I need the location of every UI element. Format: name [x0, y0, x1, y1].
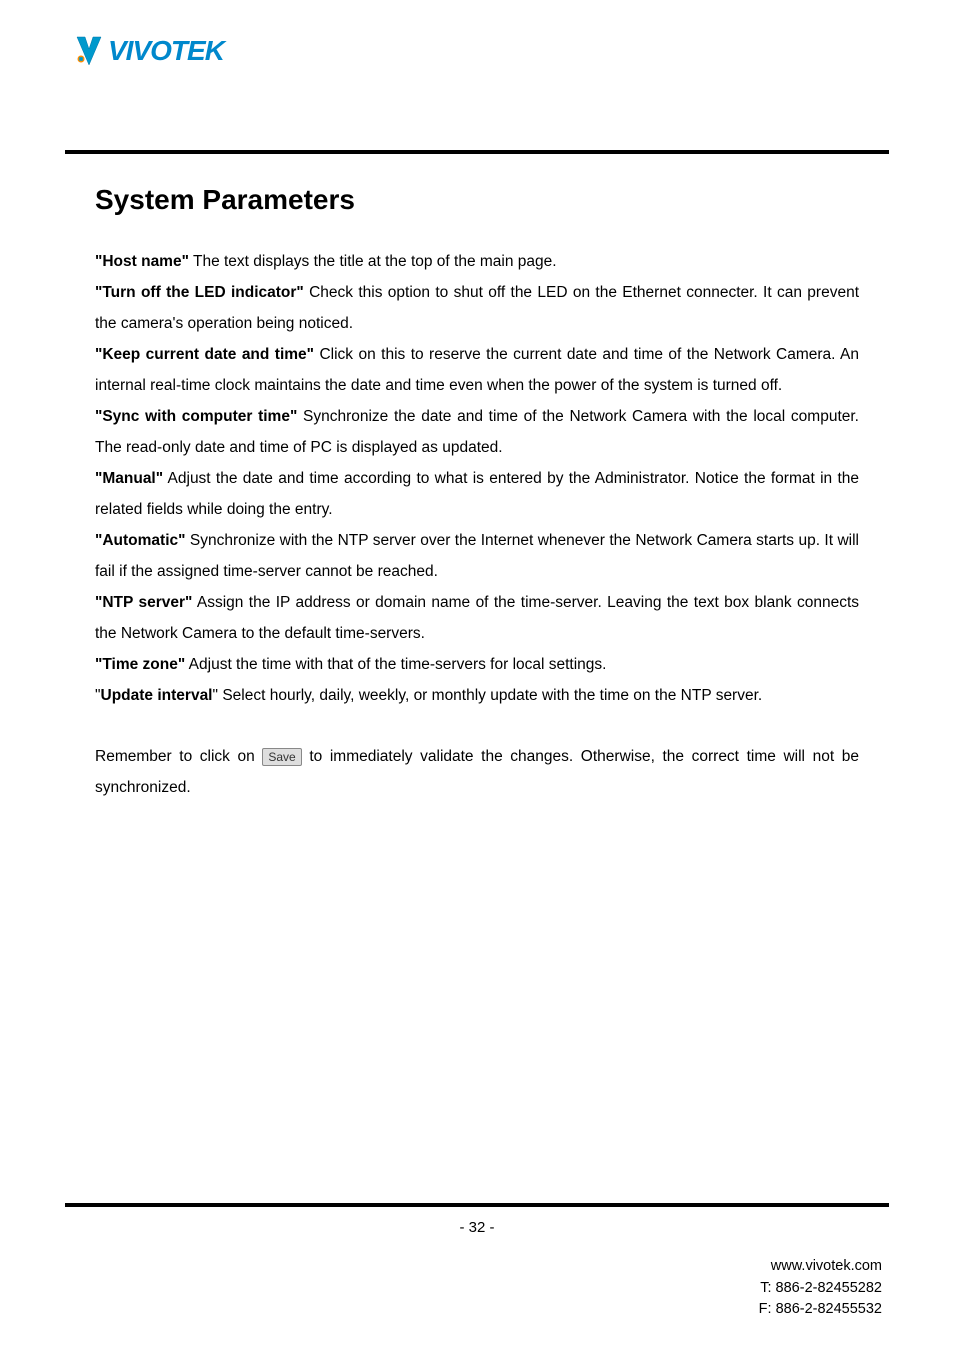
param-time-zone: "Time zone" Adjust the time with that of… [95, 649, 859, 680]
label-manual: "Manual" [95, 470, 163, 487]
param-update-interval: "Update interval" Select hourly, daily, … [95, 680, 859, 711]
document-content: System Parameters "Host name" The text d… [0, 154, 954, 803]
footer: - 32 - www.vivotek.com T: 886-2-82455282… [0, 1203, 954, 1351]
label-sync: "Sync with computer time" [95, 408, 297, 425]
label-keep-date: "Keep current date and time" [95, 346, 314, 363]
bottom-divider [65, 1203, 889, 1207]
footer-contact: www.vivotek.com T: 886-2-82455282 F: 886… [0, 1236, 954, 1351]
param-led-indicator: "Turn off the LED indicator" Check this … [95, 277, 859, 339]
param-keep-date: "Keep current date and time" Click on th… [95, 339, 859, 401]
param-automatic: "Automatic" Synchronize with the NTP ser… [95, 525, 859, 587]
text-manual: Adjust the date and time according to wh… [95, 470, 859, 518]
label-update: Update interval [101, 687, 213, 704]
label-automatic: "Automatic" [95, 532, 185, 549]
param-host-name: "Host name" The text displays the title … [95, 246, 859, 277]
logo-mark-icon [75, 35, 103, 67]
text-ntp: Assign the IP address or domain name of … [95, 594, 859, 642]
text-host-name: The text displays the title at the top o… [189, 253, 557, 270]
param-manual: "Manual" Adjust the date and time accord… [95, 463, 859, 525]
footer-tel: T: 886-2-82455282 [0, 1278, 882, 1300]
label-led: "Turn off the LED indicator" [95, 284, 304, 301]
brand-logo: VIVOTEK [75, 35, 954, 67]
text-update: Select hourly, daily, weekly, or monthly… [218, 687, 762, 704]
text-timezone: Adjust the time with that of the time-se… [185, 656, 606, 673]
paragraph-spacer [95, 711, 859, 741]
save-button[interactable]: Save [262, 748, 301, 767]
param-remember-save: Remember to click on Save to immediately… [95, 741, 859, 803]
label-timezone: "Time zone" [95, 656, 185, 673]
param-ntp-server: "NTP server" Assign the IP address or do… [95, 587, 859, 649]
text-before-save: Remember to click on [95, 748, 262, 765]
param-sync-computer: "Sync with computer time" Synchronize th… [95, 401, 859, 463]
text-automatic: Synchronize with the NTP server over the… [95, 532, 859, 580]
page-number: - 32 - [0, 1219, 954, 1236]
body-text: "Host name" The text displays the title … [95, 246, 859, 803]
footer-website: www.vivotek.com [0, 1256, 882, 1278]
label-ntp: "NTP server" [95, 594, 192, 611]
header: VIVOTEK [0, 0, 954, 150]
label-host-name: "Host name" [95, 253, 189, 270]
page-title: System Parameters [95, 184, 859, 216]
brand-name: VIVOTEK [108, 35, 224, 67]
footer-fax: F: 886-2-82455532 [0, 1299, 882, 1321]
